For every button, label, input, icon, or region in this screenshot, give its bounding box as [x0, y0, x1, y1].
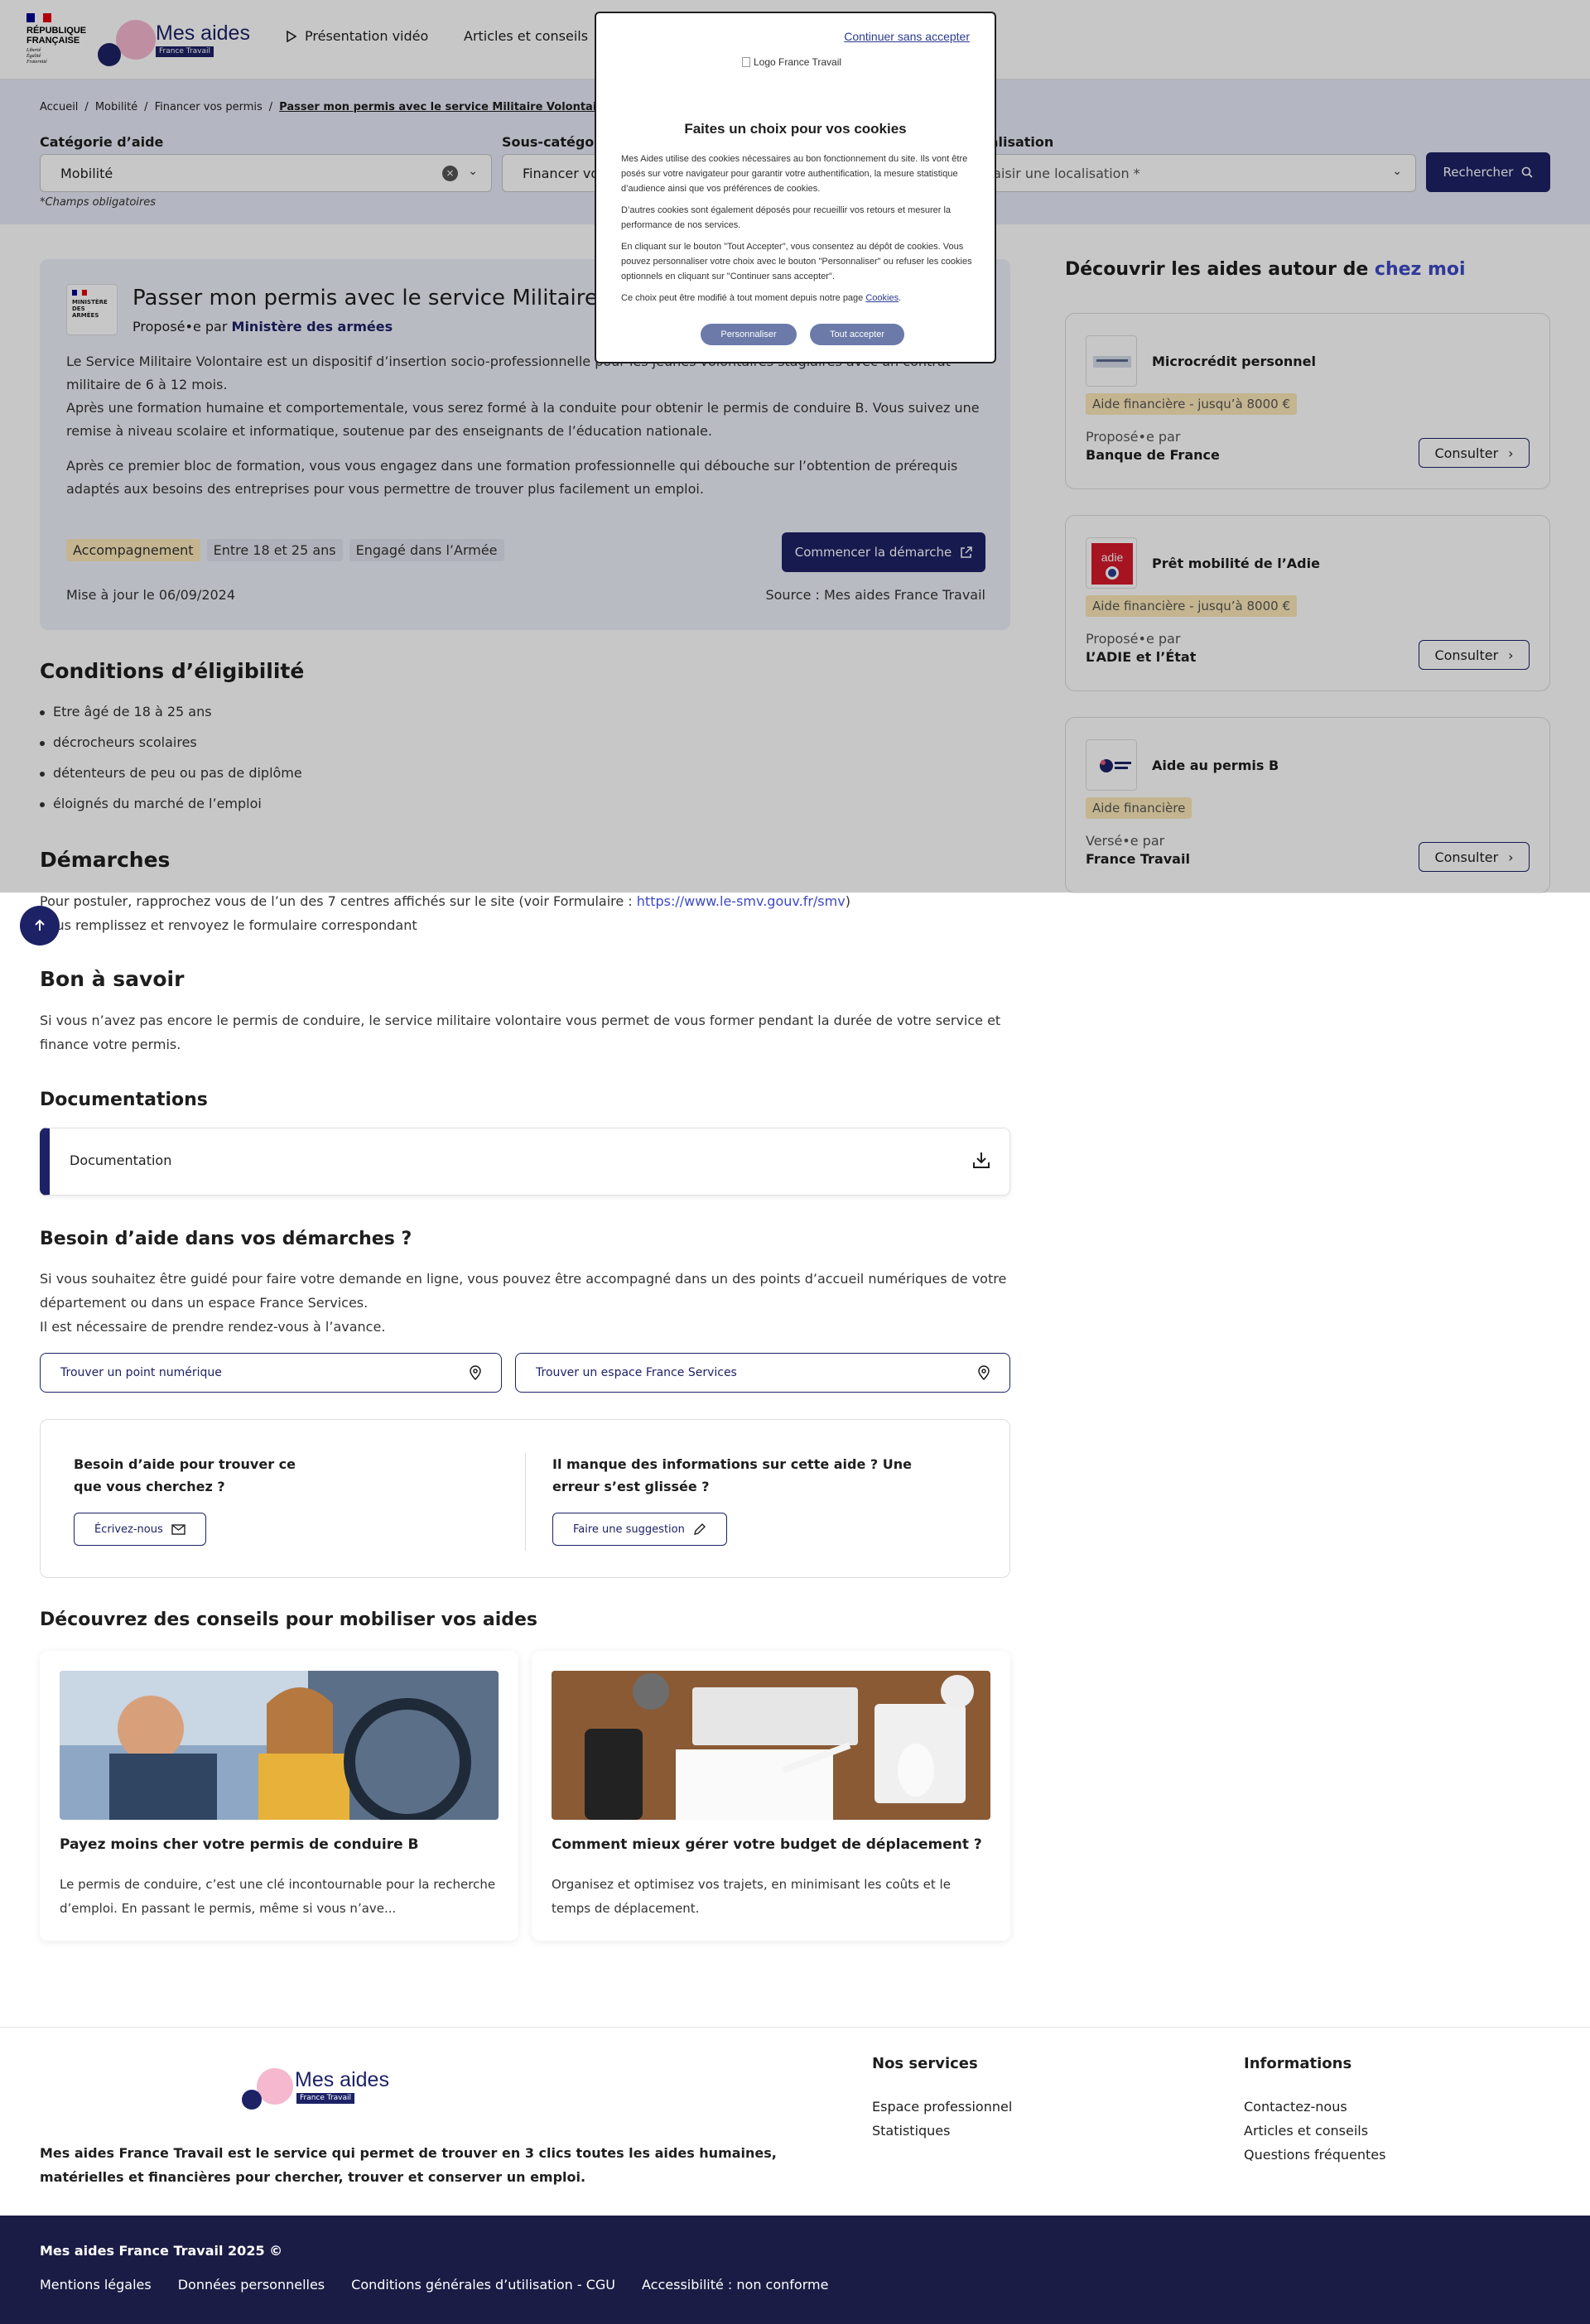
continue-without-accepting-link[interactable]: Continuer sans accepter	[844, 30, 970, 43]
documentation-label: Documentation	[70, 1152, 172, 1168]
suggestion-question: Il manque des informations sur cette aid…	[552, 1456, 912, 1494]
suggestion-col: Il manque des informations sur cette aid…	[552, 1453, 950, 1498]
footer-logo[interactable]: Mes aides France Travail	[242, 2067, 399, 2113]
footer-link-contact[interactable]: Contactez-nous	[1244, 2099, 1347, 2115]
suggestion-button[interactable]: Faire une suggestion	[552, 1513, 727, 1546]
demarches-line2: Vous remplissez et renvoyez le formulair…	[40, 917, 417, 933]
footer-services-links: Espace professionnel Statistiques	[872, 2095, 1012, 2143]
footer-logo-subtitle: France Travail	[296, 2093, 355, 2104]
accept-all-cookies-button[interactable]: Tout accepter	[810, 324, 904, 345]
mail-icon	[171, 1523, 186, 1535]
cookie-consent-modal: Continuer sans accepter Logo France Trav…	[595, 12, 996, 363]
pencil-icon	[693, 1523, 706, 1535]
budget-desk-image	[552, 1671, 990, 1820]
back-to-top-button[interactable]	[20, 906, 60, 945]
footer-info-title: Informations	[1244, 2055, 1352, 2072]
contact-box: Besoin d’aide pour trouver ce que vous c…	[40, 1419, 1010, 1578]
cookies-page-link[interactable]: Cookies	[865, 293, 899, 303]
logo-navy-circle	[242, 2090, 262, 2110]
cookie-title: Faites un choix pour vos cookies	[684, 121, 907, 137]
footer-divider	[0, 2027, 1590, 2028]
cookie-p4-suffix: .	[899, 293, 902, 303]
cookie-text: Mes Aides utilise des cookies nécessaire…	[621, 152, 977, 312]
legal-link-donnees[interactable]: Données personnelles	[178, 2277, 325, 2293]
contact-col: Besoin d’aide pour trouver ce que vous c…	[74, 1453, 314, 1498]
write-us-label: Écrivez-nous	[94, 1523, 163, 1536]
customize-cookies-button[interactable]: Personnaliser	[701, 324, 797, 345]
legal-links: Mentions légales Données personnelles Co…	[40, 2277, 828, 2293]
cookie-p4-prefix: Ce choix peut être modifié à tout moment…	[621, 293, 866, 303]
footer-link-statistiques[interactable]: Statistiques	[872, 2123, 950, 2139]
article-card[interactable]: Payez moins cher votre permis de conduir…	[40, 1651, 518, 1941]
legal-link-accessibilite[interactable]: Accessibilité : non conforme	[642, 2277, 828, 2293]
good-to-know-text: Si vous n’avez pas encore le permis de c…	[40, 1013, 1001, 1052]
find-numeric-point-label: Trouver un point numérique	[60, 1366, 222, 1379]
cookie-p1: Mes Aides utilise des cookies nécessaire…	[621, 154, 968, 194]
find-france-services-label: Trouver un espace France Services	[536, 1366, 737, 1379]
cookie-p3: En cliquant sur le bouton "Tout Accepter…	[621, 242, 972, 281]
documentation-title: Documentations	[40, 1090, 208, 1110]
legal-link-mentions[interactable]: Mentions légales	[40, 2277, 152, 2293]
divider	[525, 1453, 526, 1551]
cookie-p4: Ce choix peut être modifié à tout moment…	[621, 291, 977, 306]
contact-question: Besoin d’aide pour trouver ce que vous c…	[74, 1456, 296, 1494]
good-to-know-title: Bon à savoir	[40, 967, 185, 991]
legal-link-cgu[interactable]: Conditions générales d’utilisation - CGU	[351, 2277, 615, 2293]
demarches-text: Pour postuler, rapprochez vous de l’un d…	[40, 889, 850, 937]
logo-alt-text: Logo France Travail	[754, 56, 842, 68]
footer-info-links: Contactez-nous Articles et conseils Ques…	[1244, 2095, 1385, 2167]
demarches-line1-suffix: )	[845, 893, 850, 909]
article-title[interactable]: Comment mieux gérer votre budget de dépl…	[552, 1836, 982, 1853]
logo-pink-circle	[257, 2068, 293, 2105]
help-text: Si vous souhaitez être guidé pour faire …	[40, 1271, 1007, 1335]
smv-form-link[interactable]: https://www.le-smv.gouv.fr/smv	[637, 893, 846, 909]
help-title: Besoin d’aide dans vos démarches ?	[40, 1229, 412, 1249]
footer-link-espace-pro[interactable]: Espace professionnel	[872, 2099, 1012, 2115]
demarches-line1-prefix: Pour postuler, rapprochez vous de l’un d…	[40, 893, 637, 909]
footer-description: Mes aides France Travail est le service …	[40, 2145, 777, 2185]
documentation-download[interactable]: Documentation	[40, 1128, 1010, 1196]
download-icon	[973, 1152, 990, 1168]
france-travail-logo-broken: Logo France Travail	[742, 56, 841, 68]
find-numeric-point-button[interactable]: Trouver un point numérique	[40, 1353, 502, 1393]
article-desc: Organisez et optimisez vos trajets, en m…	[552, 1877, 951, 1916]
find-france-services-button[interactable]: Trouver un espace France Services	[515, 1353, 1010, 1393]
write-us-button[interactable]: Écrivez-nous	[74, 1513, 206, 1546]
arrow-up-icon	[35, 919, 45, 931]
cookie-p2: D’autres cookies sont également déposés …	[621, 205, 952, 230]
articles-title: Découvrez des conseils pour mobiliser vo…	[40, 1609, 537, 1630]
footer-services-title: Nos services	[872, 2055, 978, 2072]
map-pin-icon	[470, 1365, 481, 1380]
footer-logo-title: Mes aides	[295, 2068, 389, 2091]
map-pin-icon	[978, 1365, 990, 1380]
article-title[interactable]: Payez moins cher votre permis de conduir…	[60, 1836, 419, 1853]
footer-bottom: Mes aides France Travail 2025 © Mentions…	[0, 2216, 1590, 2324]
footer-link-articles[interactable]: Articles et conseils	[1244, 2123, 1368, 2139]
article-desc: Le permis de conduire, c’est une clé inc…	[60, 1877, 496, 1916]
suggestion-label: Faire une suggestion	[573, 1523, 685, 1536]
footer-link-faq[interactable]: Questions fréquentes	[1244, 2147, 1385, 2163]
driving-lesson-image	[60, 1671, 499, 1820]
copyright: Mes aides France Travail 2025 ©	[40, 2243, 283, 2259]
broken-image-icon	[742, 57, 750, 67]
article-card[interactable]: Comment mieux gérer votre budget de dépl…	[532, 1651, 1010, 1941]
